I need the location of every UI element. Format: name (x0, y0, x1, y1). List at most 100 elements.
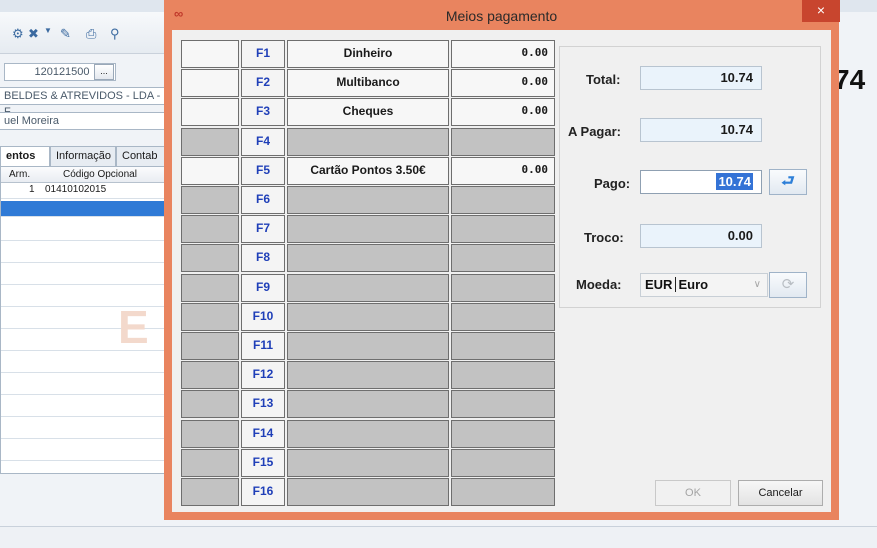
payment-method-name[interactable]: Cheques (287, 98, 449, 126)
payment-amount[interactable]: 0.00 (451, 69, 555, 97)
payment-hotkey[interactable]: F12 (241, 361, 285, 389)
payment-method-name[interactable]: Multibanco (287, 69, 449, 97)
payment-hotkey[interactable]: F14 (241, 420, 285, 448)
tab-informacao[interactable]: Informação (50, 146, 116, 166)
row-selector-cell[interactable] (181, 186, 239, 214)
tab-documentos[interactable]: entos (0, 146, 50, 167)
payment-method-row[interactable]: F7 (181, 215, 555, 243)
customer-lookup-button[interactable]: ... (94, 64, 114, 80)
row-selector-cell[interactable] (181, 215, 239, 243)
payment-amount[interactable] (451, 303, 555, 331)
row-selector-cell[interactable] (181, 332, 239, 360)
table-row[interactable] (1, 247, 171, 263)
payment-amount[interactable] (451, 274, 555, 302)
payment-method-row[interactable]: F6 (181, 186, 555, 214)
row-selector-cell[interactable] (181, 98, 239, 126)
row-selector-cell[interactable] (181, 390, 239, 418)
payment-amount[interactable]: 0.00 (451, 157, 555, 185)
payment-method-name[interactable] (287, 332, 449, 360)
table-row[interactable] (1, 445, 171, 461)
payment-method-row[interactable]: F16 (181, 478, 555, 506)
payment-method-row[interactable]: F11 (181, 332, 555, 360)
payment-hotkey[interactable]: F9 (241, 274, 285, 302)
payment-hotkey[interactable]: F15 (241, 449, 285, 477)
payment-method-name[interactable] (287, 361, 449, 389)
table-row[interactable] (1, 269, 171, 285)
payment-method-name[interactable] (287, 244, 449, 272)
tab-contab[interactable]: Contab (116, 146, 168, 166)
payment-amount[interactable] (451, 215, 555, 243)
table-row-selected[interactable] (1, 201, 171, 217)
payment-method-row[interactable]: F13 (181, 390, 555, 418)
customer-name-field[interactable]: BELDES & ATREVIDOS - LDA - F (0, 87, 166, 118)
payment-method-row[interactable]: F14 (181, 420, 555, 448)
row-selector-cell[interactable] (181, 303, 239, 331)
payment-method-name[interactable] (287, 303, 449, 331)
binoculars-icon[interactable]: ⚲ (110, 26, 120, 42)
payment-method-row[interactable]: F2 Multibanco 0.00 (181, 69, 555, 97)
payment-method-name[interactable]: Cartão Pontos 3.50€ (287, 157, 449, 185)
payment-amount[interactable] (451, 186, 555, 214)
payment-method-row[interactable]: F8 (181, 244, 555, 272)
table-row[interactable] (1, 225, 171, 241)
table-row[interactable] (1, 401, 171, 417)
payment-amount[interactable] (451, 332, 555, 360)
ok-button[interactable]: OK (655, 480, 731, 506)
payment-method-row[interactable]: F12 (181, 361, 555, 389)
close-button[interactable]: × (802, 0, 840, 22)
payment-amount[interactable] (451, 478, 555, 506)
payment-amount[interactable]: 0.00 (451, 98, 555, 126)
payment-hotkey[interactable]: F13 (241, 390, 285, 418)
payment-method-row[interactable]: F4 (181, 128, 555, 156)
payment-method-name[interactable]: Dinheiro (287, 40, 449, 68)
row-selector-cell[interactable] (181, 274, 239, 302)
payment-method-name[interactable] (287, 449, 449, 477)
table-row[interactable]: 1 01410102015 (1, 183, 171, 199)
payment-amount[interactable] (451, 361, 555, 389)
row-selector-cell[interactable] (181, 449, 239, 477)
toolbar-edit-icon[interactable]: ✎ (60, 26, 71, 42)
payment-hotkey[interactable]: F3 (241, 98, 285, 126)
payment-method-row[interactable]: F10 (181, 303, 555, 331)
table-row[interactable] (1, 357, 171, 373)
payment-method-name[interactable] (287, 128, 449, 156)
payment-hotkey[interactable]: F4 (241, 128, 285, 156)
payment-amount[interactable] (451, 420, 555, 448)
payment-hotkey[interactable]: F6 (241, 186, 285, 214)
fill-remaining-button[interactable]: ⮐ (769, 169, 807, 195)
payment-hotkey[interactable]: F8 (241, 244, 285, 272)
row-selector-cell[interactable] (181, 40, 239, 68)
payment-method-name[interactable] (287, 215, 449, 243)
payment-method-row[interactable]: F9 (181, 274, 555, 302)
payment-method-name[interactable] (287, 186, 449, 214)
payment-hotkey[interactable]: F16 (241, 478, 285, 506)
payment-amount[interactable] (451, 449, 555, 477)
payment-hotkey[interactable]: F5 (241, 157, 285, 185)
pago-input[interactable]: 10.74 (640, 170, 762, 194)
payment-method-row[interactable]: F3 Cheques 0.00 (181, 98, 555, 126)
row-selector-cell[interactable] (181, 157, 239, 185)
row-selector-cell[interactable] (181, 244, 239, 272)
payment-hotkey[interactable]: F2 (241, 69, 285, 97)
payment-hotkey[interactable]: F11 (241, 332, 285, 360)
payment-method-name[interactable] (287, 274, 449, 302)
payment-amount[interactable]: 0.00 (451, 40, 555, 68)
payment-hotkey[interactable]: F10 (241, 303, 285, 331)
payment-amount[interactable] (451, 128, 555, 156)
payment-amount[interactable] (451, 244, 555, 272)
payment-method-name[interactable] (287, 420, 449, 448)
currency-refresh-button[interactable]: ⟳ (769, 272, 807, 298)
payment-method-name[interactable] (287, 390, 449, 418)
chevron-down-icon[interactable]: ▼ (44, 26, 52, 35)
payment-hotkey[interactable]: F7 (241, 215, 285, 243)
payment-amount[interactable] (451, 390, 555, 418)
payment-method-row[interactable]: F1 Dinheiro 0.00 (181, 40, 555, 68)
toolbar-tool-icon[interactable]: ⚙ (12, 26, 24, 42)
row-selector-cell[interactable] (181, 420, 239, 448)
currency-select[interactable]: EUR Euro ∨ (640, 273, 768, 297)
table-row[interactable] (1, 379, 171, 395)
contact-field[interactable]: uel Moreira (0, 112, 166, 130)
row-selector-cell[interactable] (181, 478, 239, 506)
payment-method-row[interactable]: F5 Cartão Pontos 3.50€ 0.00 (181, 157, 555, 185)
row-selector-cell[interactable] (181, 128, 239, 156)
